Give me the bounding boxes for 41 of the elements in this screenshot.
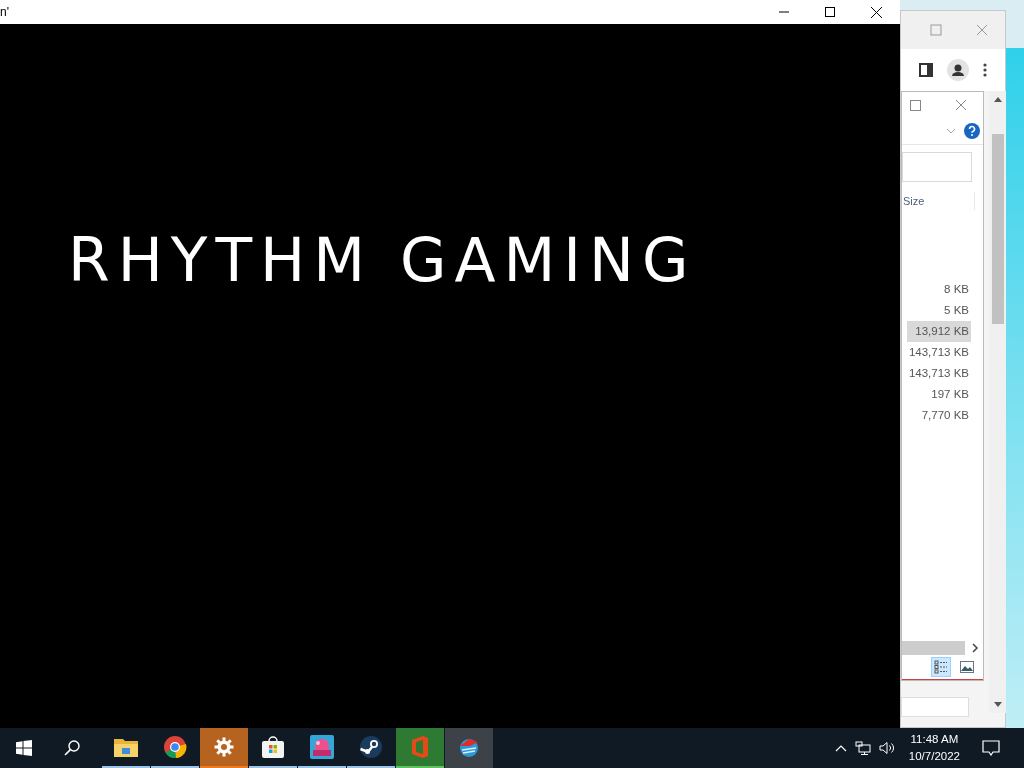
scrollbar-thumb[interactable] (991, 134, 1004, 324)
close-icon[interactable] (871, 6, 882, 18)
windows-start-icon[interactable] (16, 740, 32, 756)
side-panel-icon[interactable] (919, 63, 933, 77)
size-column-header[interactable]: Size (902, 192, 975, 210)
arrow-right-icon[interactable] (971, 643, 979, 653)
folder-icon (114, 737, 138, 757)
window-title: n' (0, 5, 9, 19)
file-size-cell[interactable]: 7,770 KB (915, 405, 971, 426)
clock[interactable]: 11:48 AM 10/7/2022 (908, 731, 960, 765)
date-text: 10/7/2022 (908, 749, 960, 764)
file-size-cell[interactable]: 143,713 KB (902, 363, 971, 384)
menu-icon[interactable] (983, 63, 987, 77)
file-size-cell[interactable]: 5 KB (938, 300, 971, 321)
details-view-button[interactable] (931, 657, 951, 677)
taskbar-gear-button[interactable] (200, 728, 248, 768)
help-icon[interactable] (964, 123, 980, 139)
file-size-cell[interactable]: 8 KB (938, 279, 971, 300)
arrow-down-icon[interactable] (993, 702, 1002, 707)
browser-logo-icon (163, 735, 187, 759)
game-icon (310, 735, 334, 759)
search-field[interactable] (902, 152, 972, 182)
profile-icon[interactable] (947, 59, 969, 81)
office-logo-icon (411, 736, 429, 758)
input-field[interactable] (901, 697, 969, 717)
file-size-cell[interactable]: 13,912 KB (907, 321, 971, 342)
maximize-icon[interactable] (825, 7, 835, 17)
file-size-cell[interactable]: 197 KB (925, 384, 971, 405)
notification-icon[interactable] (982, 740, 1000, 756)
search-icon[interactable] (64, 740, 80, 756)
vertical-scrollbar[interactable] (989, 91, 1006, 713)
speaker-icon[interactable] (878, 741, 895, 755)
file-size-cell[interactable]: 143,713 KB (902, 342, 971, 363)
network-icon[interactable] (854, 741, 871, 755)
game-title: RHYTHM GAMING (68, 224, 698, 297)
chevron-up-icon[interactable] (834, 744, 847, 752)
time-text: 11:48 AM (910, 732, 959, 747)
steam-logo-icon (359, 735, 383, 759)
shopping-bag-icon (261, 736, 285, 758)
arrow-up-icon[interactable] (993, 97, 1002, 102)
settings-icon (214, 737, 234, 757)
